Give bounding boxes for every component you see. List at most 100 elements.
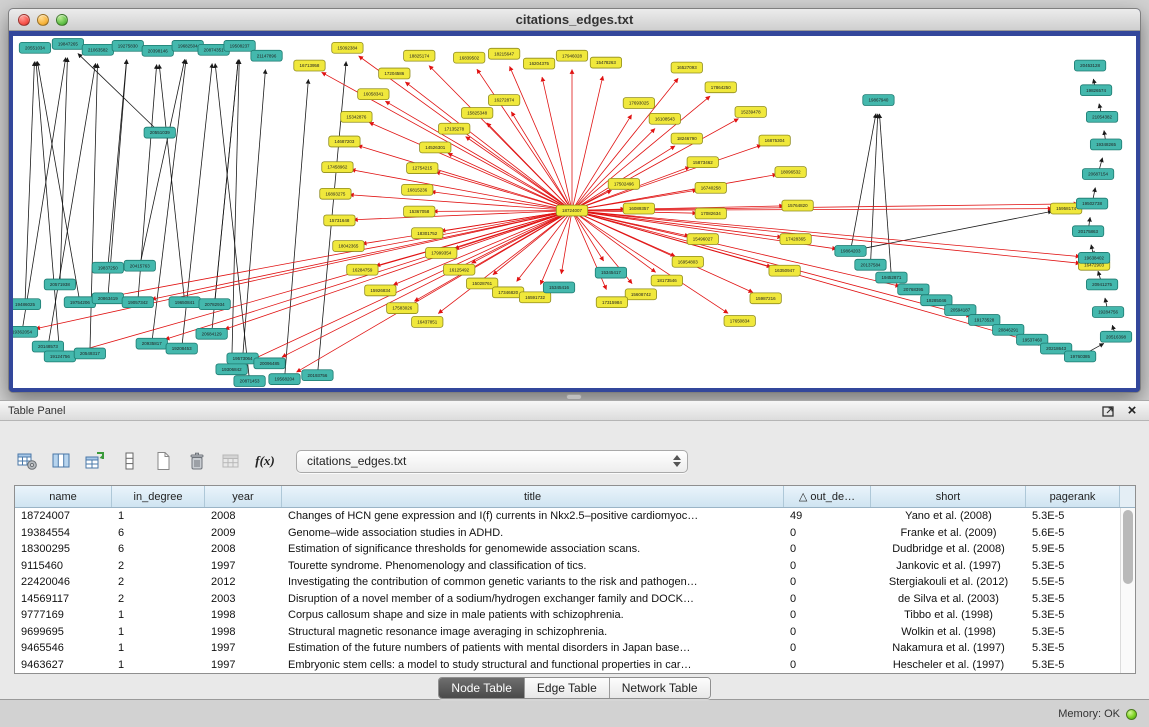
graph-node[interactable]: 17458962	[322, 162, 353, 173]
graph-node[interactable]: 14526301	[420, 142, 451, 153]
graph-node[interactable]: 19826574	[1080, 85, 1111, 96]
table-row[interactable]: 1938455462009Genome–wide association stu…	[15, 525, 1120, 542]
close-panel-icon[interactable]: ×	[1123, 403, 1141, 419]
graph-node[interactable]: 17135278	[439, 123, 470, 134]
graph-node[interactable]: 18042365	[333, 241, 364, 252]
graph-node[interactable]: 16815236	[402, 184, 433, 195]
graph-node[interactable]: 19650841	[169, 297, 200, 308]
graph-node[interactable]: 20687154	[1082, 169, 1113, 180]
function-builder-icon[interactable]: f(x)	[252, 448, 278, 474]
graph-node[interactable]: 17082634	[695, 208, 726, 219]
graph-node[interactable]: 15926834	[365, 285, 396, 296]
new-table-icon[interactable]	[150, 448, 176, 474]
column-header-name[interactable]: name	[15, 486, 112, 507]
graph-node[interactable]: 20551034	[19, 42, 50, 53]
table-row[interactable]: 946554611997Estimation of the future num…	[15, 640, 1120, 657]
column-header-year[interactable]: year	[205, 486, 282, 507]
graph-node[interactable]: 18301752	[412, 228, 443, 239]
graph-node[interactable]: 17693025	[623, 98, 654, 109]
window-titlebar[interactable]: citations_edges.txt	[9, 9, 1140, 31]
graph-node[interactable]: 20415763	[124, 260, 155, 271]
graph-node[interactable]: 15367058	[404, 206, 435, 217]
graph-node[interactable]: 21147896	[251, 50, 282, 61]
graph-node[interactable]: 20148573	[32, 341, 63, 352]
scrollbar-thumb[interactable]	[1123, 510, 1133, 584]
graph-node[interactable]: 15092384	[332, 42, 363, 53]
graph-node[interactable]: 20398146	[142, 45, 173, 56]
graph-node[interactable]: 18215647	[488, 48, 519, 59]
graph-node[interactable]: 17315984	[596, 297, 627, 308]
graph-node[interactable]: 19638402	[1078, 252, 1109, 263]
graph-node[interactable]: 16437851	[412, 317, 443, 328]
graph-node[interactable]: 20137584	[855, 259, 886, 270]
graph-node[interactable]: 19452871	[876, 272, 907, 283]
graph-node[interactable]: 17650834	[724, 316, 755, 327]
graph-node[interactable]: 18246790	[671, 133, 702, 144]
table-row[interactable]: 1456911722003Disruption of a novel membe…	[15, 591, 1120, 608]
graph-node[interactable]: 20549317	[74, 348, 105, 359]
network-table-select[interactable]: citations_edges.txt	[296, 450, 688, 473]
tab-network-table[interactable]: Network Table	[610, 678, 710, 698]
graph-node[interactable]: 20453128	[1074, 60, 1105, 71]
column-header-pagerank[interactable]: pagerank	[1026, 486, 1120, 507]
graph-node[interactable]: 19173528	[969, 315, 1000, 326]
graph-node[interactable]: 17864250	[705, 82, 736, 93]
graph-node[interactable]: 20594187	[945, 305, 976, 316]
graph-node[interactable]: 16272874	[488, 95, 519, 106]
graph-node[interactable]: 17204586	[379, 68, 410, 79]
graph-node[interactable]: 17502496	[608, 178, 639, 189]
graph-node[interactable]: 17999354	[426, 247, 457, 258]
graph-node[interactable]: 20941275	[1086, 279, 1117, 290]
graph-node[interactable]: 16954803	[672, 256, 703, 267]
graph-node[interactable]: 16058341	[358, 89, 389, 100]
zoom-window-button[interactable]	[56, 14, 68, 26]
graph-node[interactable]: 18724007	[556, 205, 587, 216]
table-row[interactable]: 911546021997Tourette syndrome. Phenomeno…	[15, 558, 1120, 575]
column-header-in-degree[interactable]: in_degree	[112, 486, 205, 507]
graph-node[interactable]: 15873462	[687, 157, 718, 168]
graph-node[interactable]: 20096485	[254, 358, 285, 369]
graph-node[interactable]: 16125492	[444, 264, 475, 275]
graph-node[interactable]: 19057342	[122, 297, 153, 308]
graph-node[interactable]: 16740258	[695, 182, 726, 193]
graph-node[interactable]: 20782934	[199, 299, 230, 310]
graph-node[interactable]: 19837250	[92, 262, 123, 273]
import-table-icon[interactable]	[218, 448, 244, 474]
graph-node[interactable]: 15608742	[625, 289, 656, 300]
table-row[interactable]: 969969511998Structural magnetic resonanc…	[15, 624, 1120, 641]
graph-node[interactable]: 16893275	[320, 188, 351, 199]
table-row[interactable]: 1872400712008Changes of HCN gene express…	[15, 508, 1120, 525]
delete-table-icon[interactable]	[184, 448, 210, 474]
tab-edge-table[interactable]: Edge Table	[525, 678, 610, 698]
graph-node[interactable]: 18096532	[775, 167, 806, 178]
edit-table-icon[interactable]	[82, 448, 108, 474]
graph-node[interactable]: 19208453	[166, 343, 197, 354]
graph-node[interactable]: 12754215	[407, 163, 438, 174]
graph-node[interactable]: 16591732	[519, 292, 550, 303]
graph-node[interactable]: 20684129	[196, 328, 227, 339]
graph-node[interactable]: 14687203	[329, 136, 360, 147]
tab-node-table[interactable]: Node Table	[439, 678, 525, 698]
graph-node[interactable]: 21054382	[1086, 111, 1117, 122]
graph-node[interactable]: 18173546	[651, 275, 682, 286]
graph-node[interactable]: 19847265	[52, 38, 83, 49]
show-columns-icon[interactable]	[48, 448, 74, 474]
graph-node[interactable]: 19867940	[863, 95, 894, 106]
graph-node[interactable]: 15496027	[687, 234, 718, 245]
graph-node[interactable]: 18825174	[404, 50, 435, 61]
graph-node[interactable]: 15825348	[462, 107, 493, 118]
graph-node[interactable]: 15764820	[782, 200, 813, 211]
graph-node[interactable]: 17428365	[780, 234, 811, 245]
graph-node[interactable]: 16204375	[523, 58, 554, 69]
graph-node[interactable]: 16350947	[769, 265, 800, 276]
graph-node[interactable]: 19285046	[921, 295, 952, 306]
graph-node[interactable]: 19568204	[269, 374, 300, 385]
graph-node[interactable]: 15731648	[324, 215, 355, 226]
graph-node[interactable]: 16839502	[454, 52, 485, 63]
graph-node[interactable]: 16713958	[294, 60, 325, 71]
graph-node[interactable]: 16089357	[623, 203, 654, 214]
graph-node[interactable]: 16875304	[759, 135, 790, 146]
graph-node[interactable]: 19508237	[224, 40, 255, 51]
graph-node[interactable]: 20863419	[92, 293, 123, 304]
graph-node[interactable]: 19754206	[64, 297, 95, 308]
